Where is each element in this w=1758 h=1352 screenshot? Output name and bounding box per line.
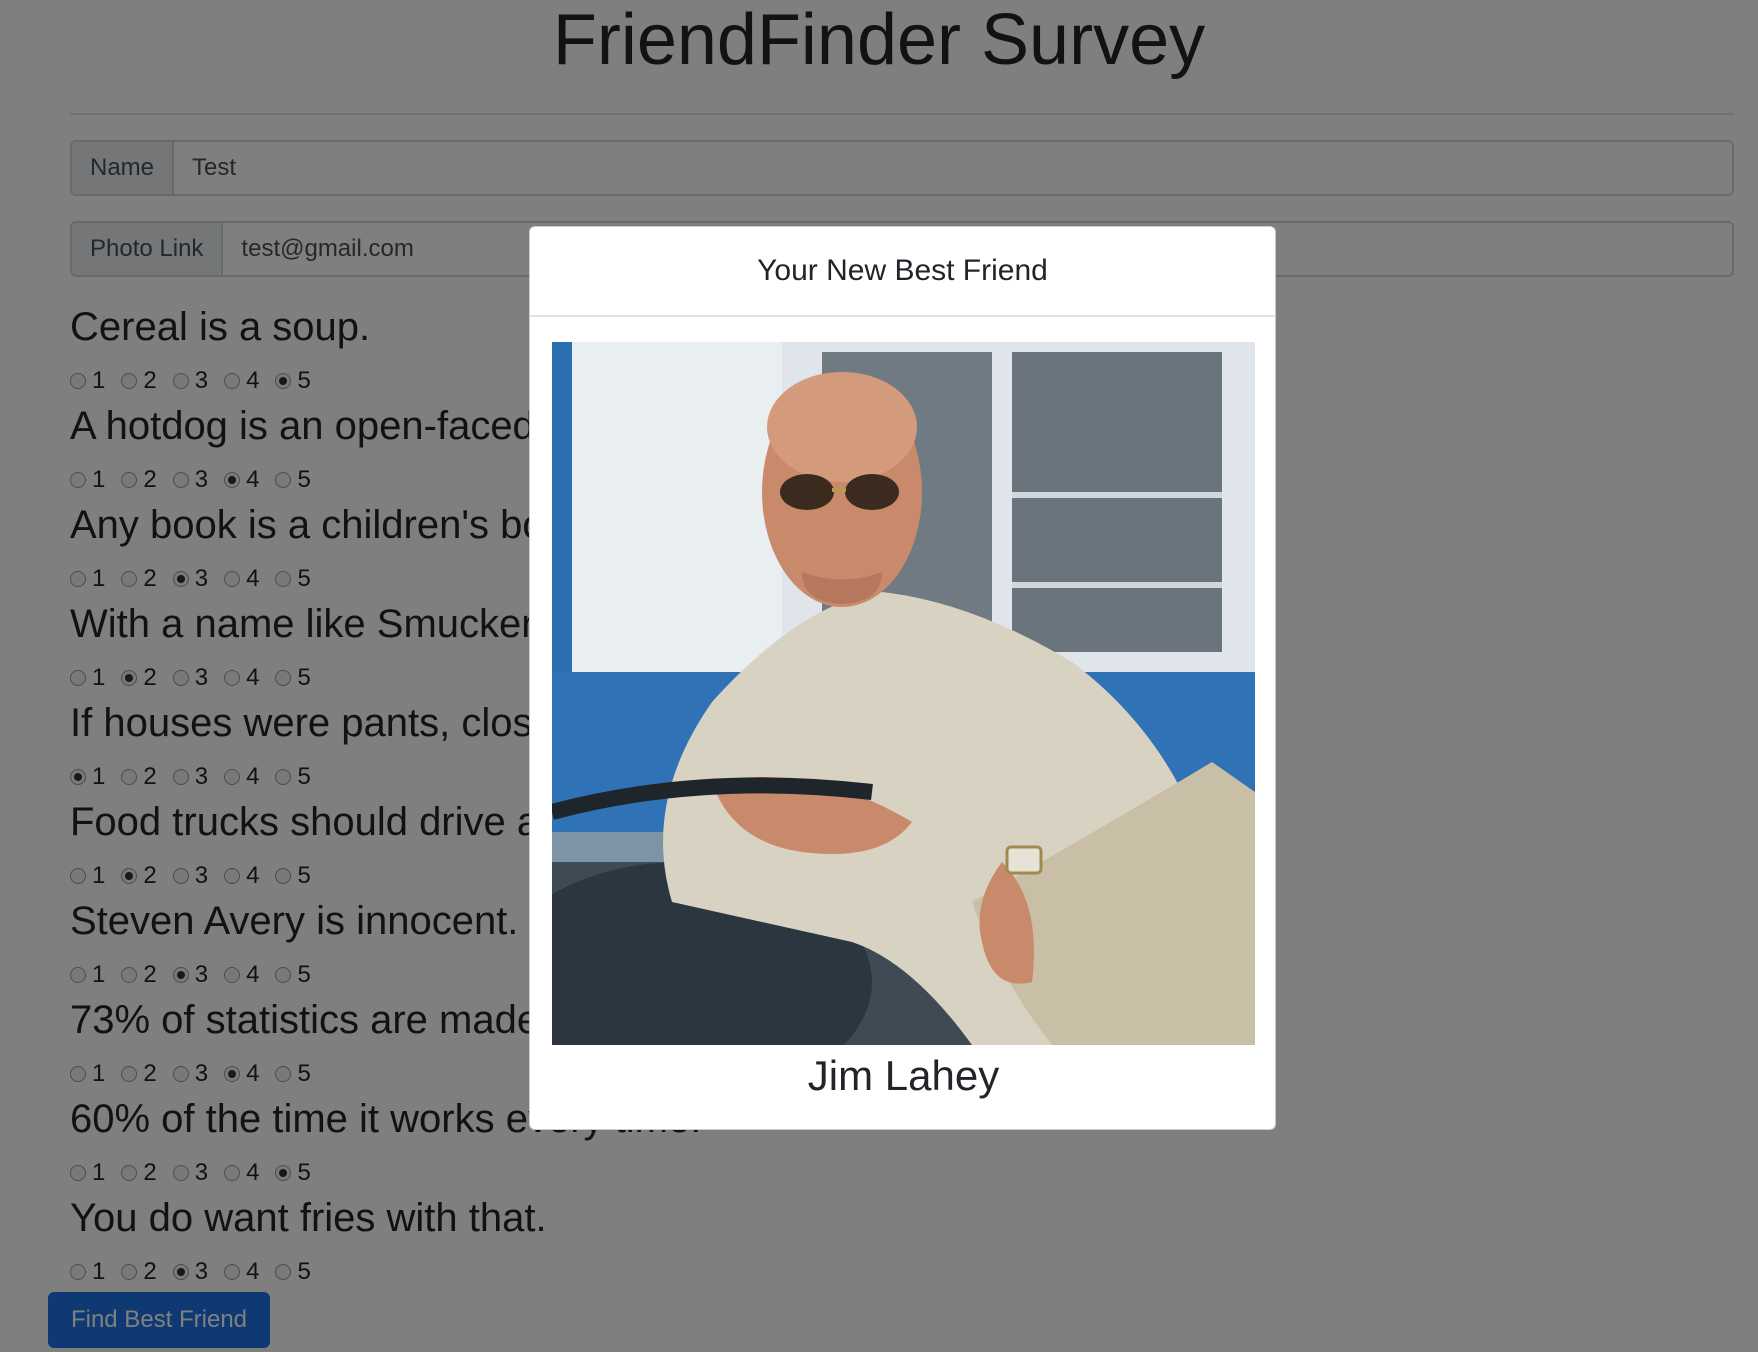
modal-title: Your New Best Friend <box>530 227 1275 317</box>
friend-name: Jim Lahey <box>807 1052 1000 1099</box>
friend-photo-illustration <box>552 342 1255 1045</box>
friend-photo <box>552 342 1255 1045</box>
best-friend-modal: Your New Best Friend Jim Lahey <box>529 226 1276 1130</box>
